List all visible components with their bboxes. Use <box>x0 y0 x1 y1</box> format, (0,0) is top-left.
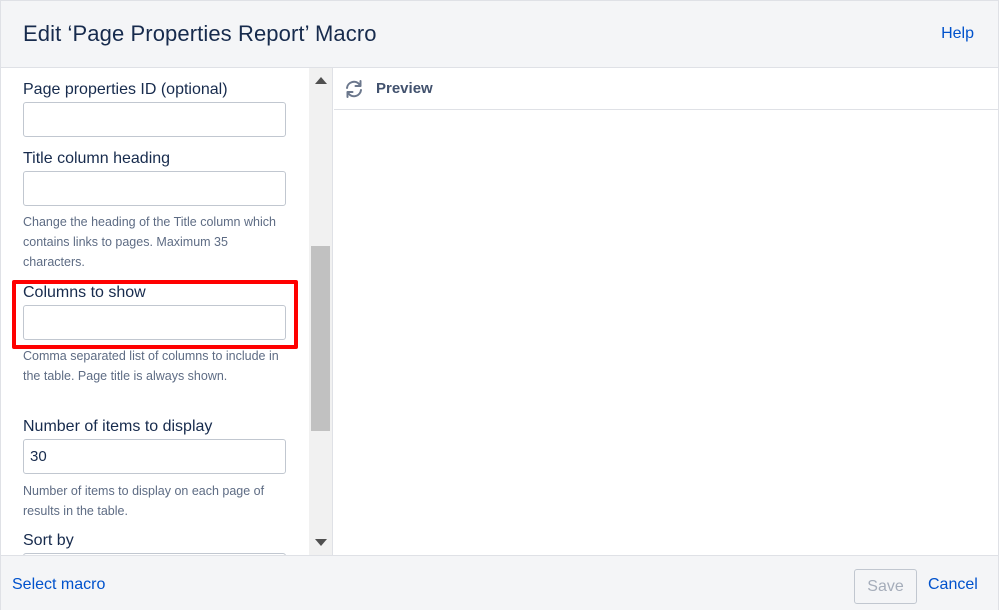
columns-to-show-label: Columns to show <box>23 284 146 301</box>
dialog-header: Edit ‘Page Properties Report’ Macro Help <box>1 1 998 68</box>
preview-panel: Preview <box>334 68 998 555</box>
number-of-items-label: Number of items to display <box>23 418 213 435</box>
macro-parameters-panel: Page properties ID (optional) Title colu… <box>1 68 333 555</box>
columns-to-show-description: Comma separated list of columns to inclu… <box>23 349 279 383</box>
columns-to-show-input[interactable] <box>23 305 286 340</box>
dialog-title: Edit ‘Page Properties Report’ Macro <box>23 21 377 46</box>
help-link[interactable]: Help <box>941 25 974 43</box>
form-scrollbar[interactable] <box>309 68 332 555</box>
number-of-items-description: Number of items to display on each page … <box>23 484 265 518</box>
parameters-form: Page properties ID (optional) Title colu… <box>1 68 309 555</box>
scroll-up-arrow-icon[interactable] <box>315 77 327 84</box>
refresh-icon[interactable] <box>344 79 364 99</box>
title-column-heading-input[interactable] <box>23 171 286 206</box>
title-column-heading-description: Change the heading of the Title column w… <box>23 215 276 269</box>
macro-edit-dialog: Edit ‘Page Properties Report’ Macro Help… <box>0 0 999 610</box>
save-button[interactable]: Save <box>854 569 917 604</box>
sort-by-label: Sort by <box>23 532 74 549</box>
select-macro-link[interactable]: Select macro <box>12 576 105 594</box>
page-properties-id-input[interactable] <box>23 102 286 137</box>
dialog-footer: Select macro Save Cancel <box>1 555 998 610</box>
page-properties-id-label: Page properties ID (optional) <box>23 81 228 98</box>
number-of-items-input[interactable] <box>23 439 286 474</box>
preview-header: Preview <box>334 68 998 110</box>
scroll-down-arrow-icon[interactable] <box>315 539 327 546</box>
preview-label: Preview <box>376 80 433 97</box>
title-column-heading-label: Title column heading <box>23 150 171 167</box>
scrollbar-thumb[interactable] <box>311 246 330 431</box>
cancel-link[interactable]: Cancel <box>928 576 978 594</box>
